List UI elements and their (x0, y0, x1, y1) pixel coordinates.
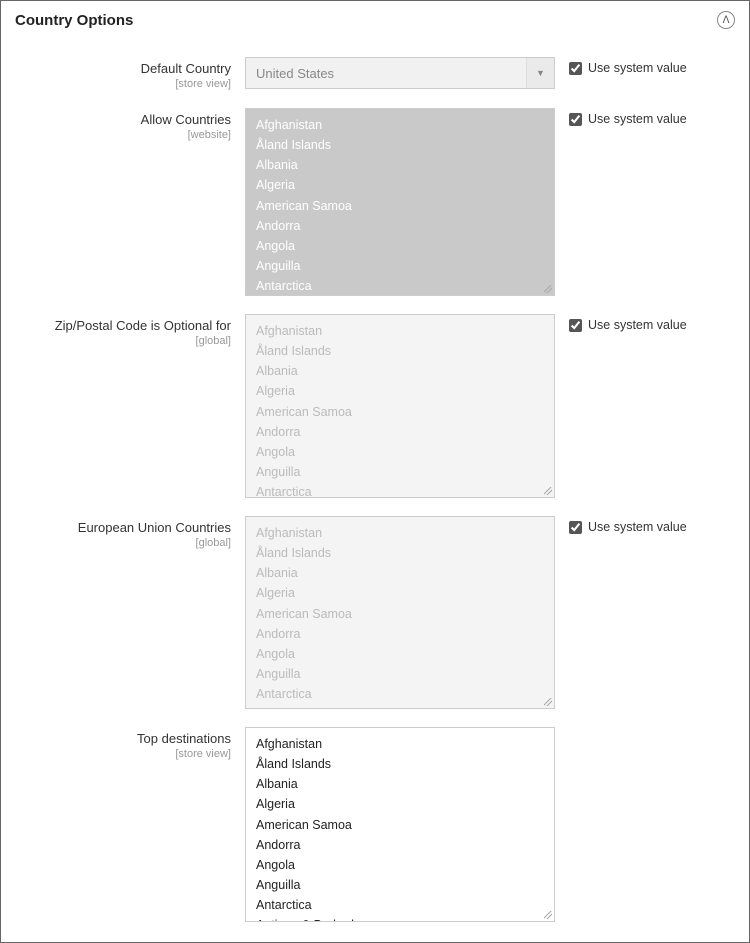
use-system-checkbox-zip-optional[interactable] (569, 319, 582, 332)
use-system-label[interactable]: Use system value (588, 520, 687, 534)
field-control-col: AfghanistanÅland IslandsAlbaniaAlgeriaAm… (245, 108, 555, 296)
country-option[interactable]: Andorra (256, 835, 550, 855)
field-zip-optional: Zip/Postal Code is Optional for [global]… (15, 314, 735, 498)
field-label: Zip/Postal Code is Optional for (15, 318, 231, 333)
country-option[interactable]: Afghanistan (256, 115, 550, 135)
eu-countries-multiselect[interactable]: AfghanistanÅland IslandsAlbaniaAlgeriaAm… (245, 516, 555, 709)
panel-title: Country Options (15, 12, 133, 29)
country-option[interactable]: Angola (256, 236, 550, 256)
country-option[interactable]: Anguilla (256, 664, 550, 684)
field-scope: [global] (15, 537, 231, 549)
country-option[interactable]: Anguilla (256, 462, 550, 482)
country-option[interactable]: Algeria (256, 175, 550, 195)
country-option[interactable]: Antigua & Barbuda (256, 704, 550, 709)
country-option[interactable]: Anguilla (256, 875, 550, 895)
field-label-col: European Union Countries [global] (15, 516, 245, 549)
field-control-col: United States ▼ (245, 57, 555, 89)
country-option[interactable]: Albania (256, 361, 550, 381)
use-system-checkbox-allow-countries[interactable] (569, 113, 582, 126)
country-option[interactable]: Algeria (256, 794, 550, 814)
country-option[interactable]: Angola (256, 442, 550, 462)
panel-header: Country Options ᐱ (1, 1, 749, 39)
allow-countries-multiselect[interactable]: AfghanistanÅland IslandsAlbaniaAlgeriaAm… (245, 108, 555, 296)
country-option[interactable]: Angola (256, 644, 550, 664)
country-option[interactable]: Algeria (256, 583, 550, 603)
field-top-destinations: Top destinations [store view] Afghanista… (15, 727, 735, 922)
field-check-col: Use system value (555, 108, 687, 126)
field-label: Top destinations (15, 731, 231, 746)
field-label-col: Default Country [store view] (15, 57, 245, 90)
country-option[interactable]: Antarctica (256, 684, 550, 704)
country-option[interactable]: American Samoa (256, 604, 550, 624)
country-option[interactable]: Antarctica (256, 895, 550, 915)
country-option[interactable]: Antarctica (256, 276, 550, 296)
field-label-col: Top destinations [store view] (15, 727, 245, 760)
collapse-button[interactable]: ᐱ (717, 11, 735, 29)
country-option[interactable]: Afghanistan (256, 734, 550, 754)
field-label-col: Allow Countries [website] (15, 108, 245, 141)
country-option[interactable]: Åland Islands (256, 754, 550, 774)
field-scope: [global] (15, 335, 231, 347)
field-label-col: Zip/Postal Code is Optional for [global] (15, 314, 245, 347)
field-label: Allow Countries (15, 112, 231, 127)
country-option[interactable]: Angola (256, 855, 550, 875)
field-check-col: Use system value (555, 57, 687, 75)
use-system-checkbox-eu-countries[interactable] (569, 521, 582, 534)
country-option[interactable]: American Samoa (256, 402, 550, 422)
country-option[interactable]: American Samoa (256, 815, 550, 835)
country-option[interactable]: Albania (256, 774, 550, 794)
country-option[interactable]: Åland Islands (256, 135, 550, 155)
field-control-col: AfghanistanÅland IslandsAlbaniaAlgeriaAm… (245, 314, 555, 498)
country-option[interactable]: Antigua & Barbuda (256, 915, 550, 922)
country-options-panel: Country Options ᐱ Default Country [store… (0, 0, 750, 943)
country-option[interactable]: Algeria (256, 381, 550, 401)
country-option[interactable]: Albania (256, 155, 550, 175)
zip-optional-multiselect[interactable]: AfghanistanÅland IslandsAlbaniaAlgeriaAm… (245, 314, 555, 498)
default-country-select[interactable]: United States ▼ (245, 57, 555, 89)
field-control-col: AfghanistanÅland IslandsAlbaniaAlgeriaAm… (245, 516, 555, 709)
field-scope: [website] (15, 129, 231, 141)
field-check-col: Use system value (555, 314, 687, 332)
panel-body: Default Country [store view] United Stat… (1, 57, 749, 942)
country-option[interactable]: Anguilla (256, 256, 550, 276)
use-system-label[interactable]: Use system value (588, 318, 687, 332)
country-option[interactable]: American Samoa (256, 196, 550, 216)
use-system-label[interactable]: Use system value (588, 112, 687, 126)
country-option[interactable]: Åland Islands (256, 543, 550, 563)
select-value: United States (246, 66, 344, 81)
use-system-checkbox-default-country[interactable] (569, 62, 582, 75)
use-system-label[interactable]: Use system value (588, 61, 687, 75)
field-allow-countries: Allow Countries [website] AfghanistanÅla… (15, 108, 735, 296)
chevron-up-icon: ᐱ (723, 15, 730, 26)
country-option[interactable]: Åland Islands (256, 341, 550, 361)
country-option[interactable]: Andorra (256, 624, 550, 644)
top-destinations-multiselect[interactable]: AfghanistanÅland IslandsAlbaniaAlgeriaAm… (245, 727, 555, 922)
field-control-col: AfghanistanÅland IslandsAlbaniaAlgeriaAm… (245, 727, 555, 922)
field-label: Default Country (15, 61, 231, 76)
country-option[interactable]: Andorra (256, 216, 550, 236)
field-scope: [store view] (15, 748, 231, 760)
country-option[interactable]: Afghanistan (256, 321, 550, 341)
field-label: European Union Countries (15, 520, 231, 535)
chevron-down-icon: ▼ (526, 58, 554, 88)
field-check-col: Use system value (555, 516, 687, 534)
field-default-country: Default Country [store view] United Stat… (15, 57, 735, 90)
country-option[interactable]: Antarctica (256, 482, 550, 498)
country-option[interactable]: Albania (256, 563, 550, 583)
country-option[interactable]: Andorra (256, 422, 550, 442)
field-eu-countries: European Union Countries [global] Afghan… (15, 516, 735, 709)
field-check-col (555, 727, 569, 731)
field-scope: [store view] (15, 78, 231, 90)
country-option[interactable]: Afghanistan (256, 523, 550, 543)
